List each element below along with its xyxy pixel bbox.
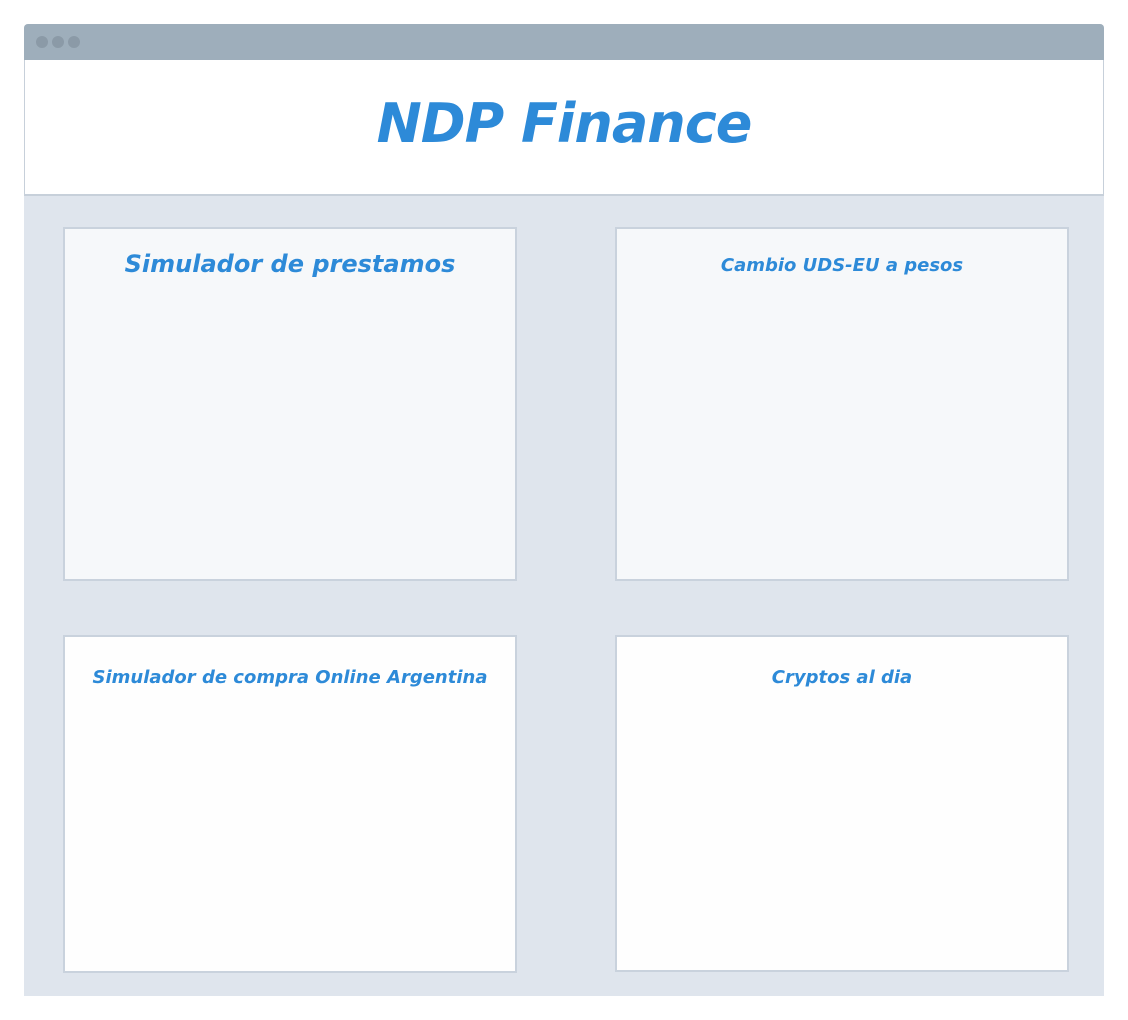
card-cryptos[interactable]: Cryptos al dia (615, 635, 1069, 972)
window-close-dot-icon[interactable] (36, 36, 48, 48)
card-online-purchase-simulator[interactable]: Simulador de compra Online Argentina (63, 635, 517, 973)
card-title-online-purchase-simulator: Simulador de compra Online Argentina (92, 667, 488, 688)
browser-window: NDP Finance Simulador de prestamos Cambi… (24, 24, 1104, 996)
card-currency-exchange[interactable]: Cambio UDS-EU a pesos (615, 227, 1069, 581)
app-header: NDP Finance (24, 60, 1104, 196)
card-title-currency-exchange: Cambio UDS-EU a pesos (720, 255, 964, 276)
window-maximize-dot-icon[interactable] (68, 36, 80, 48)
window-minimize-dot-icon[interactable] (52, 36, 64, 48)
card-loan-simulator[interactable]: Simulador de prestamos (63, 227, 517, 581)
app-title: NDP Finance (376, 92, 753, 155)
card-title-loan-simulator: Simulador de prestamos (124, 250, 456, 278)
window-titlebar (24, 24, 1104, 60)
card-title-cryptos: Cryptos al dia (771, 667, 913, 688)
